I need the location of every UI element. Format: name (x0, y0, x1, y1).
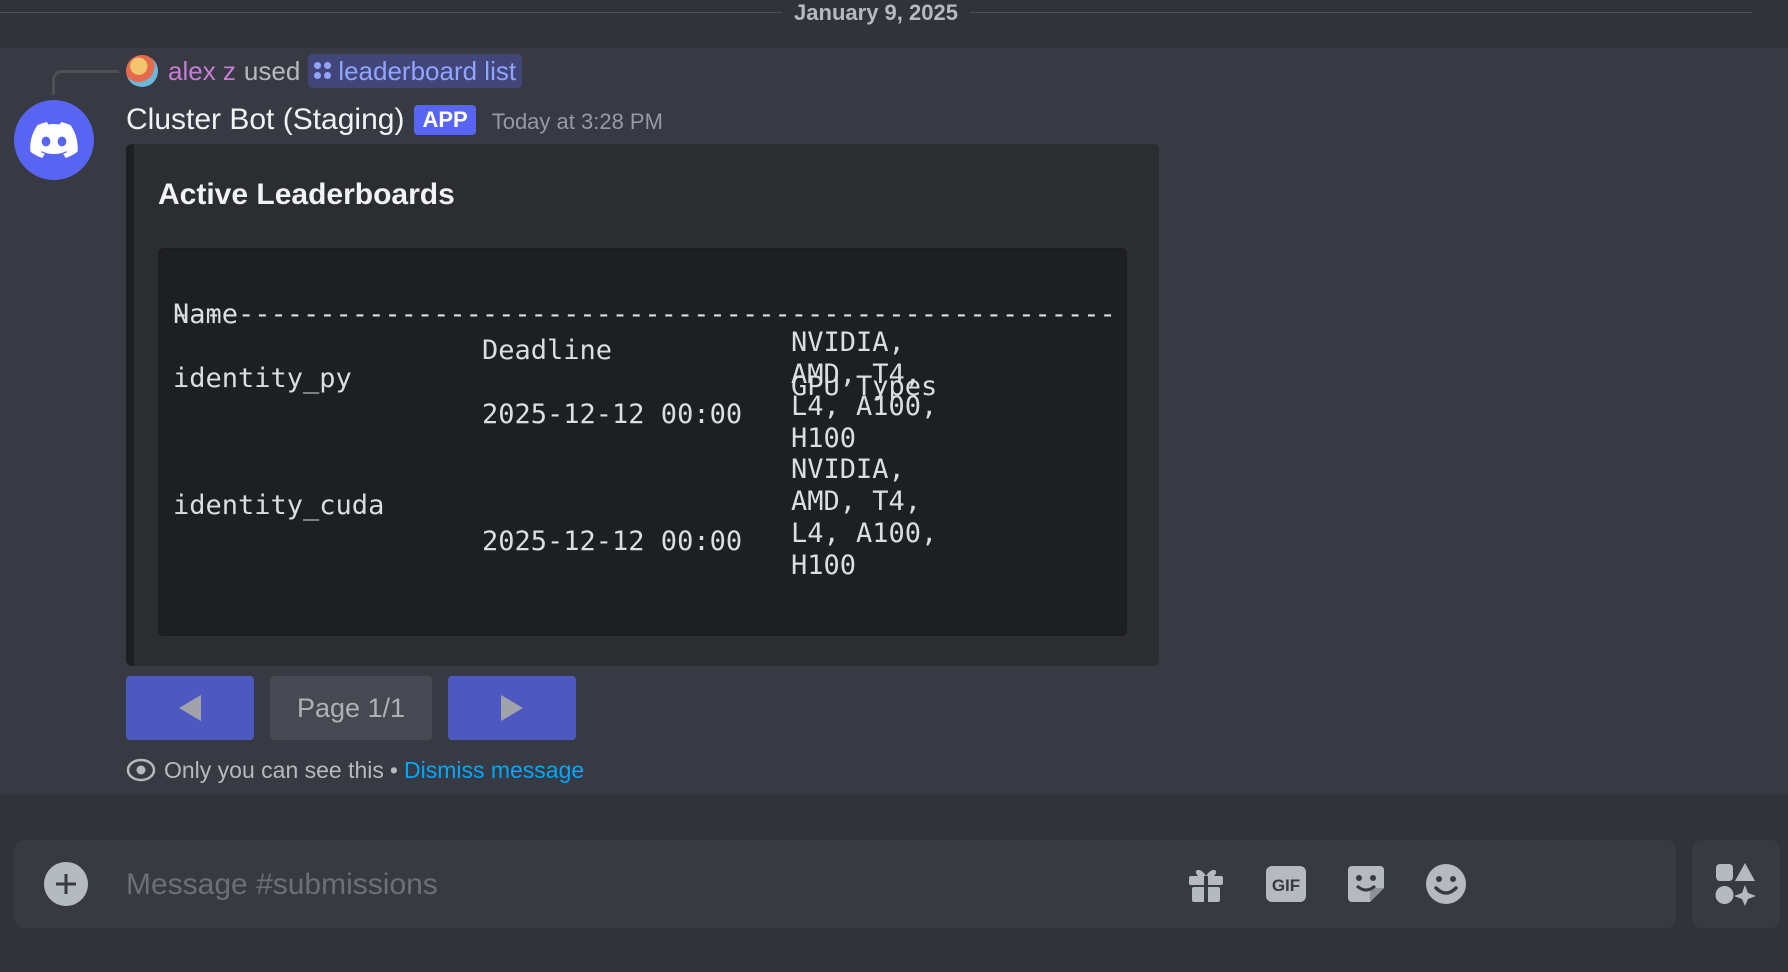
sticker-button[interactable] (1342, 860, 1390, 908)
ephemeral-message: alex z used leaderboard list Cluster Bot… (0, 48, 1788, 794)
leaderboard-deadline: 2025-12-12 00:00 (482, 526, 743, 557)
leaderboard-deadline: 2025-12-12 00:00 (482, 399, 743, 430)
user-avatar[interactable] (126, 55, 158, 87)
reply-used-text: used (243, 55, 301, 86)
date-divider: January 9, 2025 (0, 0, 1752, 26)
ephemeral-notice: Only you can see this • Dismiss message (126, 754, 584, 786)
ephemeral-text: Only you can see this (164, 756, 384, 783)
gpu-type-line: NVIDIA, (791, 454, 905, 485)
arrow-right-icon (501, 695, 523, 721)
date-label: January 9, 2025 (782, 0, 970, 26)
discord-chat-view: January 9, 2025 alex z used leaderboard … (0, 0, 1788, 972)
previous-page-button[interactable] (126, 676, 254, 740)
leaderboard-name: identity_cuda (173, 490, 385, 521)
smiley-icon (1426, 864, 1466, 904)
sticker-icon (1348, 866, 1384, 902)
reply-username[interactable]: alex z (168, 56, 236, 87)
emoji-button[interactable] (1422, 860, 1470, 908)
discord-logo-icon (30, 122, 78, 158)
reply-connector (52, 70, 119, 95)
gift-button[interactable] (1182, 860, 1230, 908)
gpu-type-line: AMD, T4, (791, 359, 922, 390)
gift-icon (1189, 869, 1223, 902)
gif-icon-label: GIF (1272, 876, 1300, 895)
embed-title: Active Leaderboards (158, 178, 455, 211)
gif-icon: GIF (1266, 866, 1306, 902)
apps-icon (1715, 863, 1756, 906)
bot-username[interactable]: Cluster Bot (Staging) (126, 103, 404, 137)
message-composer: GIF (14, 840, 1676, 928)
command-reply-context[interactable]: alex z used leaderboard list (126, 54, 523, 88)
arrow-left-icon (179, 695, 201, 721)
eye-icon (126, 758, 156, 782)
command-name: leaderboard list (338, 55, 517, 86)
slash-command-icon (314, 62, 332, 80)
leaderboard-embed: Active Leaderboards Name Deadline GPU Ty… (126, 144, 1159, 666)
message-header: Cluster Bot (Staging) APP Today at 3:28 … (126, 100, 663, 140)
gpu-type-line: L4, A100, (791, 518, 938, 549)
dismiss-message-link[interactable]: Dismiss message (404, 757, 584, 784)
bot-avatar[interactable] (14, 100, 94, 180)
message-timestamp[interactable]: Today at 3:28 PM (492, 109, 663, 135)
leaderboard-name: identity_py (173, 363, 352, 394)
header-deadline: Deadline (482, 335, 613, 366)
plus-icon (56, 874, 76, 894)
separator-dot: • (389, 756, 398, 783)
page-indicator-button[interactable]: Page 1/1 (270, 676, 432, 740)
next-page-button[interactable] (448, 676, 576, 740)
gpu-type-line: NVIDIA, (791, 327, 905, 358)
message-input[interactable] (124, 858, 1328, 912)
gpu-type-line: AMD, T4, (791, 486, 922, 517)
app-launcher-button[interactable] (1692, 840, 1780, 928)
upload-button[interactable] (44, 862, 88, 906)
pagination-controls: Page 1/1 (126, 676, 576, 740)
gpu-type-line: L4, A100, (791, 391, 938, 422)
gif-button[interactable]: GIF (1262, 860, 1310, 908)
app-badge: APP (414, 105, 476, 135)
slash-command-chip[interactable]: leaderboard list (308, 54, 523, 88)
gpu-type-line: H100 (791, 550, 857, 581)
leaderboard-code-block: Name Deadline GPU Types ----------------… (158, 248, 1127, 636)
